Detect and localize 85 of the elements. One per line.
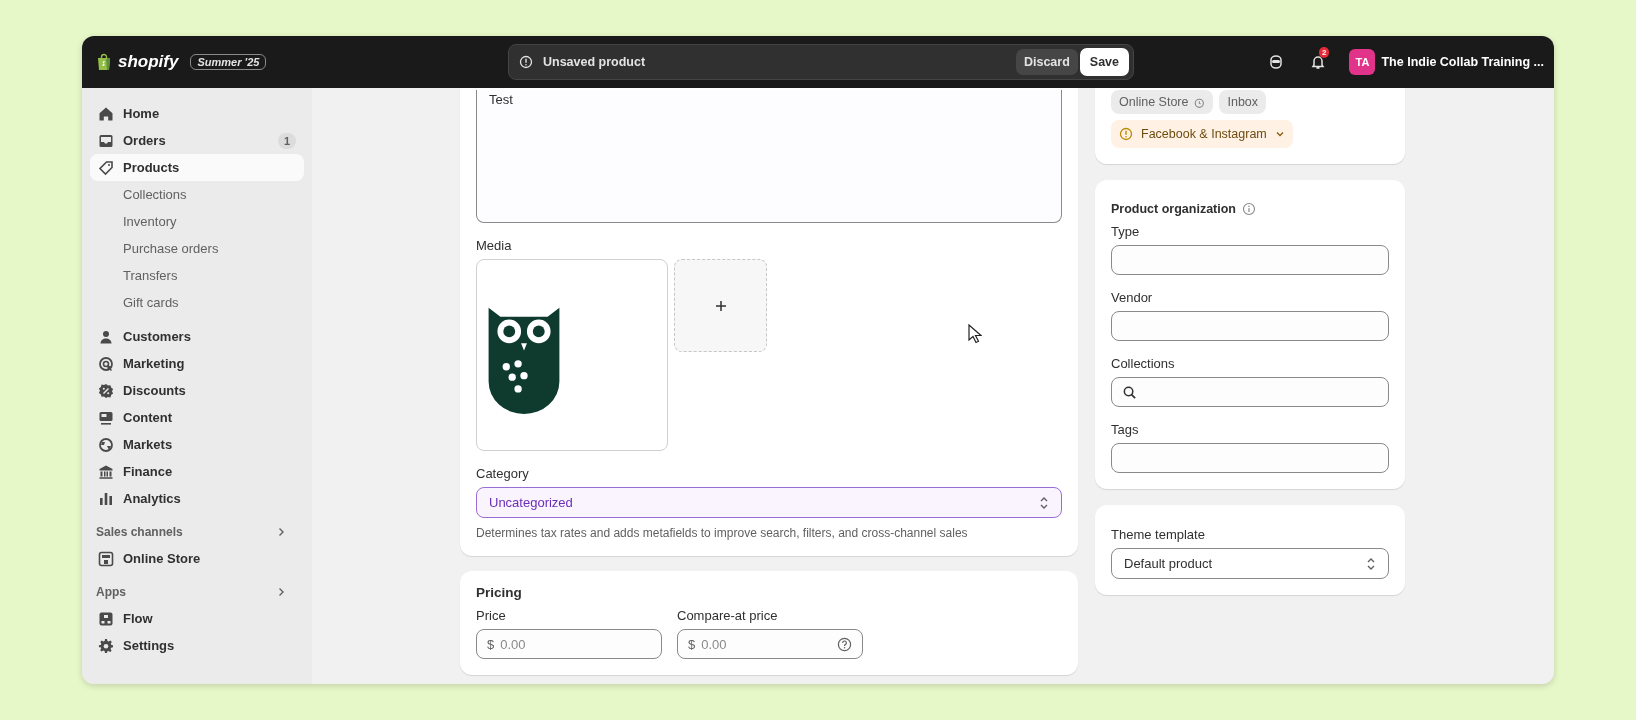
bell-icon (1310, 54, 1327, 70)
settings-icon (98, 637, 114, 654)
discard-button[interactable]: Discard (1015, 49, 1078, 75)
chevron-right-icon (276, 527, 286, 537)
nav-item[interactable]: Finance (90, 458, 304, 485)
theme-template-select[interactable]: Default product (1111, 548, 1389, 579)
unsaved-notice: Unsaved product (543, 55, 646, 69)
category-select[interactable]: Uncategorized (476, 487, 1062, 518)
input-field[interactable] (1111, 245, 1389, 275)
up-down-chevron-icon (1366, 556, 1376, 571)
nav-item[interactable]: Customers (90, 323, 304, 350)
nav-item[interactable]: Discounts (90, 377, 304, 404)
price-field[interactable]: $ 0.00 (677, 629, 863, 659)
info-icon (1242, 202, 1256, 216)
nav-subitem[interactable]: Transfers (90, 262, 304, 289)
price-field[interactable]: $ 0.00 (476, 629, 662, 659)
person-icon (98, 328, 114, 345)
input-field[interactable] (1111, 443, 1389, 473)
nav-subitem[interactable]: Gift cards (90, 289, 304, 316)
nav-item[interactable]: Flow (90, 605, 304, 632)
nav-subitem[interactable]: Inventory (90, 208, 304, 235)
help-text: Determines tax rates and adds metafields to improve search, filters, and cross-channel sales (476, 526, 969, 540)
input-field[interactable] (1111, 311, 1389, 341)
field-label: Compare-at price (677, 608, 779, 623)
channel-chip[interactable]: Inbox (1219, 90, 1267, 114)
field-label: Collections (1111, 356, 1176, 371)
field-label: Media (476, 238, 513, 253)
currency-symbol: $ (487, 636, 495, 652)
nav-item[interactable]: Markets (90, 431, 304, 458)
card-title: Product organization (1111, 202, 1236, 216)
field-label: Category (476, 466, 530, 481)
card-title: Pricing (476, 585, 523, 600)
up-down-chevron-icon (1039, 495, 1049, 510)
chevron-right-icon (276, 587, 286, 597)
shopify-wordmark: shopify (118, 52, 179, 72)
description-editor[interactable]: Test (476, 90, 1062, 223)
currency-symbol: $ (688, 636, 696, 652)
chevron-down-icon (1274, 129, 1285, 139)
bar-chart-icon (98, 490, 114, 507)
bank-icon (98, 463, 114, 480)
store-name: The Indie Collab Training ... (1381, 55, 1544, 69)
store-avatar: TA (1349, 49, 1376, 75)
home-icon (98, 105, 114, 122)
nav-item[interactable]: Orders 1 (90, 127, 304, 154)
nav-item[interactable]: Products (90, 154, 304, 181)
channel-chip[interactable]: Facebook & Instagram (1111, 120, 1293, 148)
plus-icon (714, 299, 727, 312)
tag-icon (98, 159, 114, 176)
field-label: Theme template (1111, 527, 1206, 542)
question-mark-icon (837, 636, 852, 652)
section-heading: Sales channels (96, 525, 183, 539)
section-heading: Apps (96, 585, 126, 599)
discount-badge-icon (98, 382, 114, 399)
media-thumbnail[interactable] (476, 259, 668, 451)
field-label: Type (1111, 224, 1141, 239)
search-icon (1122, 384, 1137, 400)
description-text: Test (489, 92, 513, 107)
alert-icon (1119, 127, 1133, 141)
notification-count: 2 (1319, 47, 1330, 58)
monitor-icon (98, 409, 114, 426)
alert-icon (519, 55, 533, 69)
field-label: Price (476, 608, 507, 623)
target-icon (98, 355, 114, 372)
mouse-pointer-icon (968, 324, 982, 344)
edition-badge: Summer '25 (190, 54, 267, 70)
channel-chip[interactable]: Online Store (1111, 90, 1214, 114)
field-label: Vendor (1111, 290, 1154, 305)
shopping-bag-icon (96, 53, 112, 71)
field-label: Tags (1111, 422, 1140, 437)
nav-item[interactable]: Analytics (90, 485, 304, 512)
store-icon (98, 550, 114, 567)
nav-subitem[interactable]: Purchase orders (90, 235, 304, 262)
nav-item[interactable]: Online Store (90, 545, 304, 572)
nav-subitem[interactable]: Collections (90, 181, 304, 208)
store-menu[interactable]: TA The Indie Collab Training ... (1349, 49, 1544, 75)
nav-item[interactable]: Settings (90, 632, 304, 659)
save-button[interactable]: Save (1079, 48, 1129, 76)
nav-item[interactable]: Content (90, 404, 304, 431)
flow-icon (98, 610, 114, 627)
inbox-tray-icon (98, 132, 114, 149)
nav-item[interactable]: Marketing (90, 350, 304, 377)
notifications-button[interactable]: 2 (1301, 47, 1336, 77)
search-field[interactable] (1111, 377, 1389, 407)
count-badge: 1 (277, 132, 296, 149)
nav-item[interactable]: Home (90, 100, 304, 127)
